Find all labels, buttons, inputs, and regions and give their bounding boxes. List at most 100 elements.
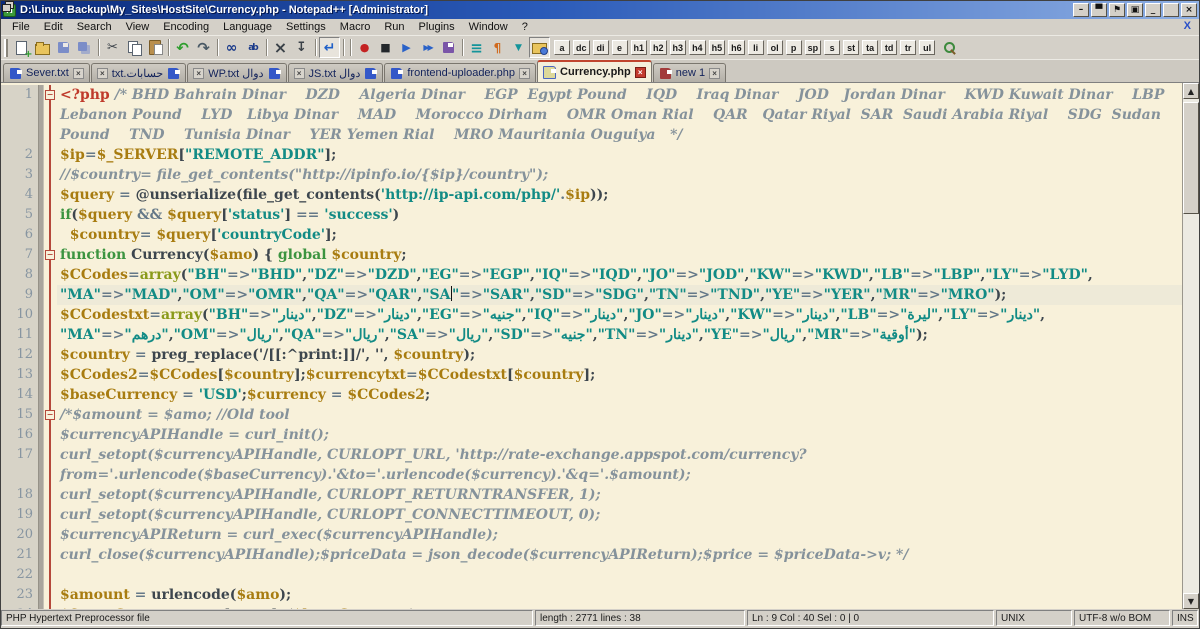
menu-item-run[interactable]: Run <box>377 20 411 34</box>
code-text[interactable] <box>57 565 1182 585</box>
fold-margin[interactable] <box>44 205 57 225</box>
tab-Currency.php[interactable]: Currency.php× <box>537 60 652 82</box>
tab-close-icon[interactable]: × <box>193 68 204 79</box>
fold-margin[interactable] <box>44 225 57 245</box>
menu-item-search[interactable]: Search <box>70 20 119 34</box>
fold-margin[interactable] <box>44 285 57 305</box>
fold-collapse-icon[interactable]: − <box>45 410 55 420</box>
tab-close-icon[interactable]: × <box>294 68 305 79</box>
fold-collapse-icon[interactable]: − <box>45 90 55 100</box>
toolbar-dropdown-button[interactable]: ▼ <box>508 37 529 58</box>
macro-save-button[interactable] <box>438 37 459 58</box>
macro-stop-button[interactable]: ■ <box>375 37 396 58</box>
macro-run-multiple-button[interactable]: ▶▶ <box>417 37 438 58</box>
tag-button-e[interactable]: e <box>612 40 628 55</box>
tab-Sever.txt[interactable]: Sever.txt× <box>3 63 90 82</box>
tab-close-icon[interactable]: × <box>635 67 646 78</box>
cut-button[interactable]: ✂ <box>102 37 123 58</box>
code-text[interactable]: curl_setopt($currencyAPIHandle, CURLOPT_… <box>57 445 1182 485</box>
tag-button-dc[interactable]: dc <box>573 40 590 55</box>
code-text[interactable]: <?php /* BHD Bahrain Dinar DZD Algeria D… <box>57 85 1182 145</box>
replace-button[interactable]: ab <box>242 37 263 58</box>
fold-margin[interactable] <box>44 525 57 545</box>
menubar-close-button[interactable]: X <box>1184 20 1191 32</box>
fold-margin[interactable] <box>44 545 57 565</box>
code-text[interactable]: $currencyAPIReturn = curl_exec($currency… <box>57 525 1182 545</box>
code-text[interactable]: $amount = urlencode($amo); <box>57 585 1182 605</box>
code-text[interactable]: /*$amount = $amo; //Old tool <box>57 405 1182 425</box>
tab-close-icon[interactable]: × <box>519 68 530 79</box>
open-file-button[interactable] <box>32 37 53 58</box>
fold-margin[interactable] <box>44 165 57 185</box>
tag-button-h2[interactable]: h2 <box>650 40 667 55</box>
code-text[interactable]: $country = preg_replace('/[[:^print:]]/'… <box>57 345 1182 365</box>
macro-record-button[interactable]: ● <box>354 37 375 58</box>
fold-margin[interactable] <box>44 425 57 445</box>
fold-margin[interactable] <box>44 345 57 365</box>
menu-item-file[interactable]: File <box>5 20 37 34</box>
fold-collapse-icon[interactable]: − <box>45 250 55 260</box>
tag-button-h3[interactable]: h3 <box>670 40 687 55</box>
fold-margin[interactable] <box>44 265 57 285</box>
paste-button[interactable] <box>144 37 165 58</box>
menu-item-edit[interactable]: Edit <box>37 20 70 34</box>
transparency-button[interactable]: ▣ <box>1127 3 1143 17</box>
tab-close-icon[interactable]: × <box>97 68 108 79</box>
tag-button-di[interactable]: di <box>593 40 609 55</box>
x-tool-button[interactable]: × <box>270 37 291 58</box>
code-text[interactable]: "MA"=>"MAD","OM"=>"OMR","QA"=>"QAR","SA"… <box>57 285 1182 305</box>
scrollbar-track[interactable] <box>1183 99 1199 593</box>
tab-new-1[interactable]: new 1× <box>653 63 726 82</box>
vertical-scrollbar[interactable]: ▲ ▼ <box>1182 83 1199 609</box>
tab-close-icon[interactable]: × <box>73 68 84 79</box>
code-text[interactable]: function Currency($amo) { global $countr… <box>57 245 1182 265</box>
fold-margin[interactable] <box>44 365 57 385</box>
close-button[interactable]: × <box>1181 3 1197 17</box>
tag-button-h5[interactable]: h5 <box>709 40 726 55</box>
code-text[interactable]: $country= $query['countryCode']; <box>57 225 1182 245</box>
tag-button-h4[interactable]: h4 <box>689 40 706 55</box>
tag-button-ol[interactable]: ol <box>767 40 783 55</box>
fold-margin[interactable] <box>44 145 57 165</box>
fold-margin[interactable] <box>44 185 57 205</box>
menu-item-window[interactable]: Window <box>462 20 515 34</box>
save-button[interactable] <box>53 37 74 58</box>
code-text[interactable]: $query = @unserialize(file_get_contents(… <box>57 185 1182 205</box>
tab-دوال-WP.txt[interactable]: دوال WP.txt× <box>187 63 286 82</box>
fold-margin[interactable] <box>44 605 57 609</box>
tag-button-tr[interactable]: tr <box>900 40 916 55</box>
tag-button-st[interactable]: st <box>843 40 859 55</box>
tag-button-h6[interactable]: h6 <box>728 40 745 55</box>
tag-button-li[interactable]: li <box>748 40 764 55</box>
goto-line-button[interactable]: ↧ <box>291 37 312 58</box>
code-editor[interactable]: 1−<?php /* BHD Bahrain Dinar DZD Algeria… <box>1 83 1182 609</box>
snapshot-plugin-button[interactable] <box>529 37 550 58</box>
show-all-characters-button[interactable]: ¶ <box>487 37 508 58</box>
macro-play-button[interactable]: ▶ <box>396 37 417 58</box>
menu-item-language[interactable]: Language <box>216 20 279 34</box>
restore-button[interactable] <box>1163 3 1179 17</box>
scroll-up-button[interactable]: ▲ <box>1183 83 1199 99</box>
code-text[interactable]: //$country= file_get_contents("http://ip… <box>57 165 1182 185</box>
code-text[interactable]: $baseCurrency = 'USD';$currency = $CCode… <box>57 385 1182 405</box>
code-text[interactable]: curl_setopt($currencyAPIHandle, CURLOPT_… <box>57 485 1182 505</box>
save-all-button[interactable] <box>74 37 95 58</box>
code-text[interactable]: $currencyAPIHandle = curl_init(); <box>57 425 1182 445</box>
tab-دوال-JS.txt[interactable]: دوال JS.txt× <box>288 63 384 82</box>
scrollbar-thumb[interactable] <box>1183 102 1199 214</box>
fold-margin[interactable]: − <box>44 85 57 145</box>
copy-button[interactable] <box>123 37 144 58</box>
new-file-button[interactable]: + <box>11 37 32 58</box>
code-text[interactable]: $CCodestxt=array("BH"=>"دينار","DZ"=>"دي… <box>57 305 1182 325</box>
tab-حسابات.txt[interactable]: حسابات.txt× <box>91 63 186 82</box>
fold-margin[interactable]: − <box>44 405 57 425</box>
code-text[interactable]: "MA"=>"درهم","OM"=>"ريال","QA"=>"ريال","… <box>57 325 1182 345</box>
fold-margin[interactable] <box>44 385 57 405</box>
fold-margin[interactable]: − <box>44 245 57 265</box>
tab-frontend-uploader.php[interactable]: frontend-uploader.php× <box>384 63 536 82</box>
tag-button-s[interactable]: s <box>824 40 840 55</box>
menu-item-view[interactable]: View <box>119 20 157 34</box>
pin-on-top-button[interactable]: ⚑ <box>1109 3 1125 17</box>
code-text[interactable]: curl_close($currencyAPIHandle);$priceDat… <box>57 545 1182 565</box>
tag-button-ta[interactable]: ta <box>862 40 878 55</box>
